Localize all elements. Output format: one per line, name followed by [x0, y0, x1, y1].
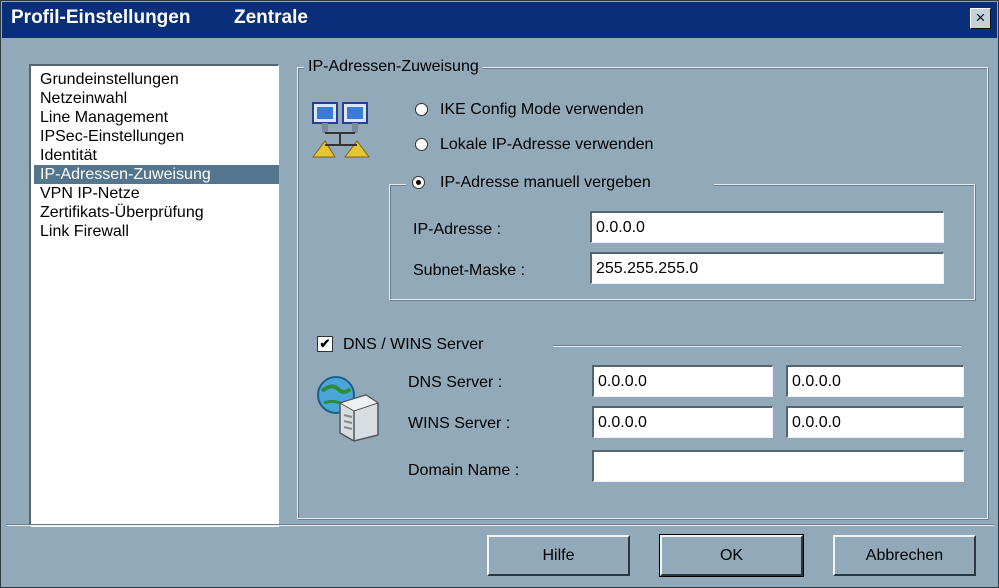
ok-button[interactable]: OK [659, 534, 804, 577]
subnet-mask-label: Subnet-Maske : [413, 262, 526, 279]
help-button[interactable]: Hilfe [487, 535, 630, 576]
nav-item-ipsec-einstellungen[interactable]: IPSec-Einstellungen [37, 127, 187, 146]
wins-server-label: WINS Server : [408, 415, 511, 432]
wins-primary-input[interactable] [592, 406, 773, 438]
ip-assignment-group-label: IP-Adressen-Zuweisung [304, 57, 483, 76]
window-subtitle: Zentrale [234, 7, 308, 28]
ip-address-label: IP-Adresse : [413, 221, 502, 238]
dns-primary-input[interactable] [592, 365, 773, 397]
network-computers-icon [312, 102, 370, 158]
settings-category-list[interactable]: Grundeinstellungen Netzeinwahl Line Mana… [29, 64, 279, 527]
nav-item-zertifikats-ueberpruefung[interactable]: Zertifikats-Überprüfung [37, 203, 207, 222]
nav-item-line-management[interactable]: Line Management [37, 108, 171, 127]
wins-secondary-input[interactable] [786, 406, 964, 438]
manual-ip-group-header: IP-Adresse manuell vergeben [406, 173, 714, 193]
nav-item-ip-adressen-zuweisung[interactable]: IP-Adressen-Zuweisung [34, 165, 279, 184]
dns-section-divider [553, 345, 961, 347]
domain-name-label: Domain Name : [408, 462, 520, 479]
ip-address-input[interactable] [590, 211, 944, 243]
dns-wins-checkbox[interactable]: ✔ [317, 336, 333, 352]
checkmark-icon: ✔ [319, 336, 331, 351]
nav-item-grundeinstellungen[interactable]: Grundeinstellungen [37, 70, 182, 89]
nav-item-link-firewall[interactable]: Link Firewall [37, 222, 132, 241]
cancel-button[interactable]: Abbrechen [833, 535, 976, 576]
nav-item-vpn-ip-netze[interactable]: VPN IP-Netze [37, 184, 143, 203]
nav-item-identitaet[interactable]: Identität [37, 146, 100, 165]
subnet-mask-input[interactable] [590, 252, 944, 284]
title-bar[interactable]: Profil-Einstellungen Zentrale × [2, 2, 997, 38]
local-ip-radio[interactable] [415, 138, 428, 151]
manual-ip-label[interactable]: IP-Adresse manuell vergeben [440, 173, 651, 192]
dns-server-label: DNS Server : [408, 374, 503, 391]
dns-secondary-input[interactable] [786, 365, 964, 397]
dns-wins-label[interactable]: DNS / WINS Server [343, 335, 483, 354]
footer-divider [7, 524, 994, 526]
manual-ip-radio[interactable] [412, 176, 425, 189]
profile-settings-dialog: Profil-Einstellungen Zentrale × Grundein… [0, 0, 999, 588]
ike-config-radio[interactable] [415, 103, 428, 116]
close-icon: × [975, 8, 986, 27]
window-title: Profil-Einstellungen [11, 7, 191, 28]
local-ip-label[interactable]: Lokale IP-Adresse verwenden [440, 135, 653, 154]
ike-config-label[interactable]: IKE Config Mode verwenden [440, 100, 644, 119]
nav-item-netzeinwahl[interactable]: Netzeinwahl [37, 89, 130, 108]
close-button[interactable]: × [970, 8, 991, 29]
domain-name-input[interactable] [592, 450, 964, 482]
dns-server-icon [317, 376, 380, 442]
